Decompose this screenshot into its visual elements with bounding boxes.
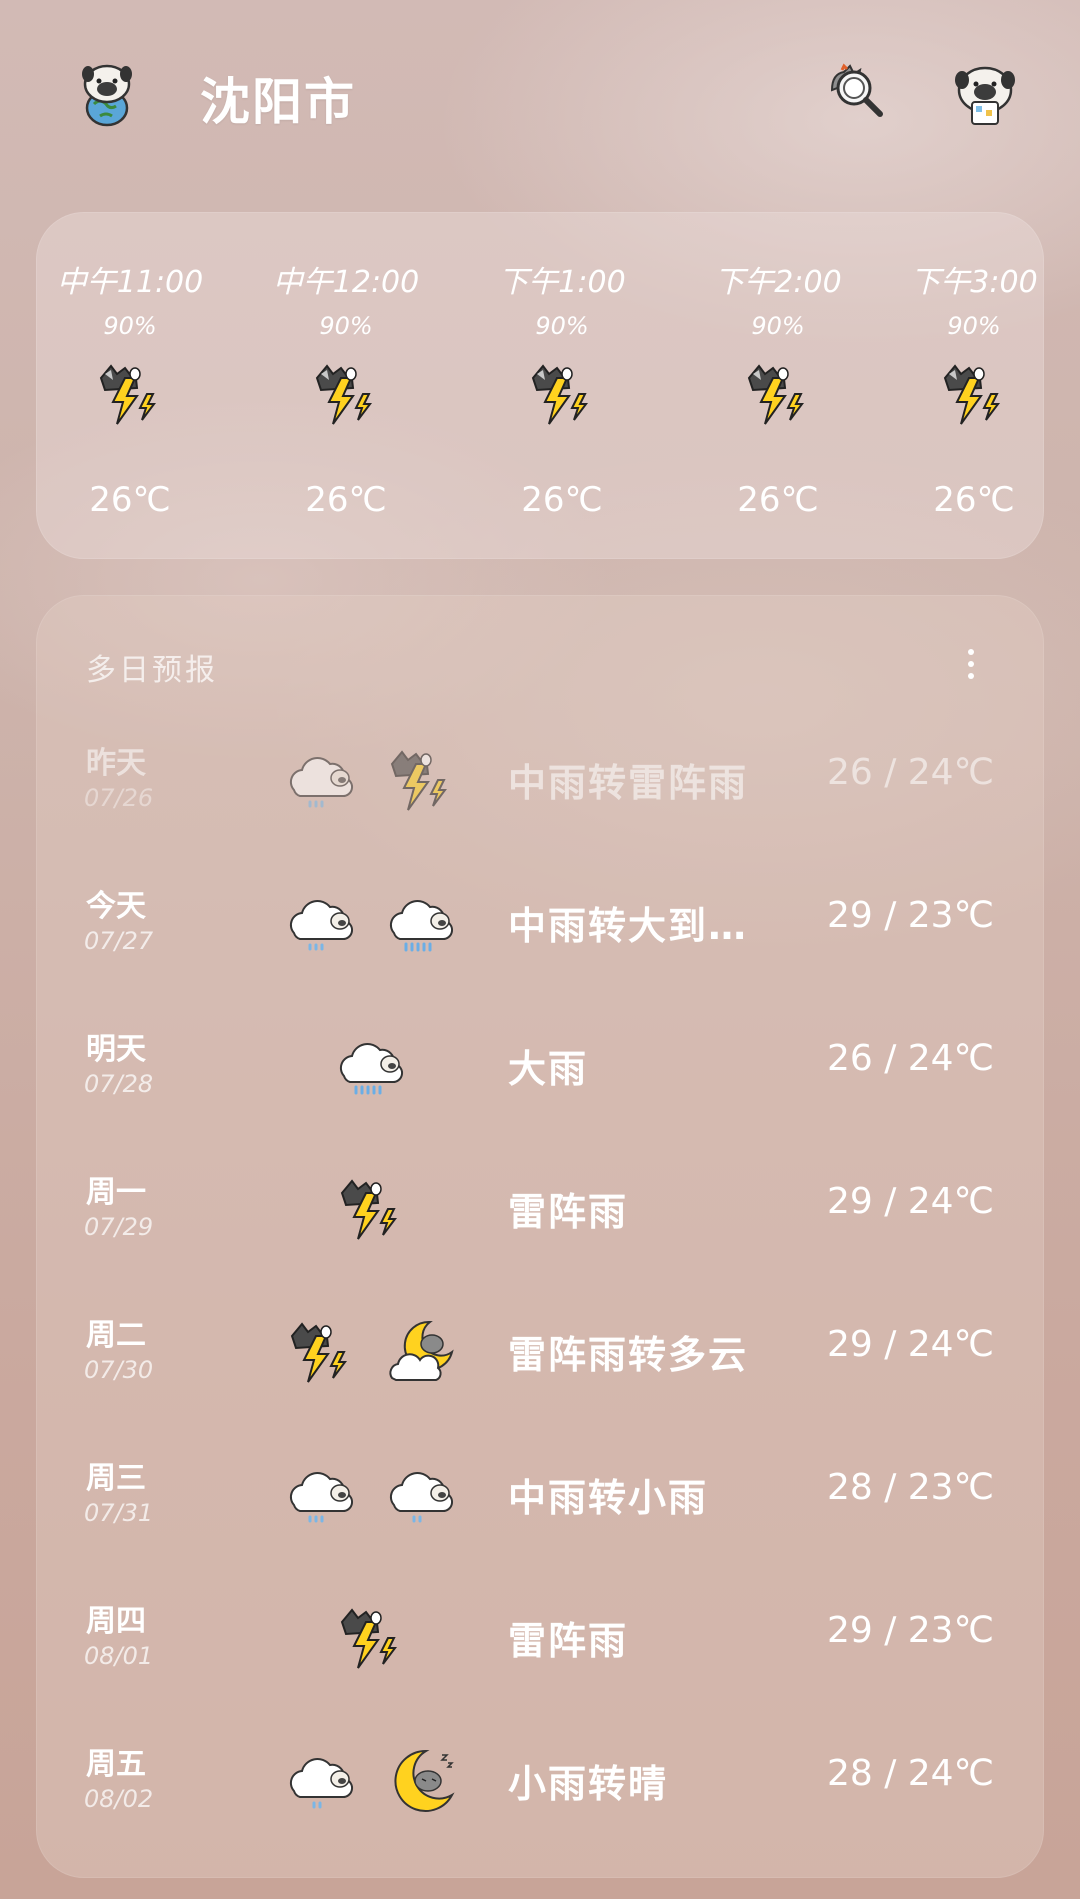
light-rain-icon <box>286 1747 356 1817</box>
day-label: 周三 <box>86 1461 146 1496</box>
day-temperature-range: 29 / 24℃ <box>826 1181 994 1222</box>
day-temperature-range: 29 / 23℃ <box>826 1610 994 1651</box>
hour-temperature: 26℃ <box>521 480 603 520</box>
hour-temperature: 26℃ <box>89 480 171 520</box>
hourly-item: 下午1:00 90% 26℃ <box>472 212 652 559</box>
day-description: 雷阵雨 <box>508 1619 629 1663</box>
day-description: 小雨转晴 <box>508 1762 669 1806</box>
thunderstorm-icon <box>939 360 1009 430</box>
day-temperature-range: 29 / 23℃ <box>826 895 994 936</box>
heavy-rain-icon <box>336 1032 406 1102</box>
hour-temperature: 26℃ <box>305 480 387 520</box>
hour-time: 中午11:00 <box>56 265 204 300</box>
day-date: 07/29 <box>84 1213 154 1241</box>
clear-night-icon <box>386 1747 456 1817</box>
thunderstorm-icon <box>311 360 381 430</box>
precip-probability: 90% <box>319 312 373 340</box>
light-rain-icon <box>386 1461 456 1531</box>
thunderstorm-icon <box>95 360 165 430</box>
day-description: 雷阵雨转多云 <box>508 1333 749 1377</box>
day-date: 08/02 <box>84 1785 154 1813</box>
hourly-item: 下午3:00 90% 26℃ <box>904 212 1044 559</box>
day-description: 大雨 <box>508 1047 589 1091</box>
day-description: 雷阵雨 <box>508 1190 629 1234</box>
daily-row[interactable]: 周五 08/02 小雨转晴 28 / 24℃ <box>36 1739 1044 1882</box>
day-date: 07/30 <box>84 1356 154 1384</box>
day-date: 08/01 <box>84 1642 154 1670</box>
moderate-rain-icon <box>286 889 356 959</box>
hourly-item: 中午12:00 90% 26℃ <box>256 212 436 559</box>
thunderstorm-icon <box>743 360 813 430</box>
day-temperature-range: 28 / 23℃ <box>826 1467 994 1508</box>
daily-forecast-title: 多日预报 <box>86 653 218 688</box>
hour-temperature: 26℃ <box>933 480 1015 520</box>
precip-probability: 90% <box>947 312 1001 340</box>
cloudy-night-icon <box>386 1318 456 1388</box>
day-label: 昨天 <box>86 746 146 781</box>
pug-reading-avatar-icon[interactable] <box>950 60 1020 130</box>
precip-probability: 90% <box>751 312 805 340</box>
hour-time: 中午12:00 <box>272 265 420 300</box>
thunderstorm-icon <box>386 746 456 816</box>
hour-time: 下午3:00 <box>910 265 1038 300</box>
precip-probability: 90% <box>535 312 589 340</box>
hourly-item: 下午2:00 90% 26℃ <box>688 212 868 559</box>
day-label: 今天 <box>86 889 146 924</box>
moderate-rain-icon <box>286 1461 356 1531</box>
daily-row[interactable]: 周三 07/31 中雨转小雨 28 / 23℃ <box>36 1453 1044 1596</box>
hour-time: 下午1:00 <box>498 265 626 300</box>
daily-row[interactable]: 明天 07/28 大雨 26 / 24℃ <box>36 1024 1044 1167</box>
day-temperature-range: 29 / 24℃ <box>826 1324 994 1365</box>
hour-time: 下午2:00 <box>714 265 842 300</box>
day-temperature-range: 26 / 24℃ <box>826 752 994 793</box>
daily-row[interactable]: 周四 08/01 雷阵雨 29 / 23℃ <box>36 1596 1044 1739</box>
thunderstorm-icon <box>286 1318 356 1388</box>
daily-row[interactable]: 周二 07/30 雷阵雨转多云 29 / 24℃ <box>36 1310 1044 1453</box>
app-header: 沈阳市 <box>0 0 1080 200</box>
daily-forecast-card: 多日预报 昨天 07/26 中雨转雷阵雨 26 / 24℃ 今天 07/27 中… <box>36 595 1044 1878</box>
more-options-icon[interactable] <box>956 643 986 683</box>
hour-temperature: 26℃ <box>737 480 819 520</box>
moderate-rain-icon <box>286 746 356 816</box>
daily-row[interactable]: 昨天 07/26 中雨转雷阵雨 26 / 24℃ <box>36 738 1044 881</box>
daily-row[interactable]: 今天 07/27 中雨转大到… 29 / 23℃ <box>36 881 1044 1024</box>
day-label: 周四 <box>86 1604 146 1639</box>
daily-row[interactable]: 周一 07/29 雷阵雨 29 / 24℃ <box>36 1167 1044 1310</box>
day-date: 07/28 <box>84 1070 154 1098</box>
day-description: 中雨转小雨 <box>508 1476 709 1520</box>
hourly-forecast-card[interactable]: 中午11:00 90% 26℃ 中午12:00 90% 26℃ 下午1:00 9… <box>36 212 1044 559</box>
day-label: 周五 <box>86 1747 146 1782</box>
day-temperature-range: 28 / 24℃ <box>826 1753 994 1794</box>
day-description: 中雨转雷阵雨 <box>508 761 749 805</box>
day-description: 中雨转大到… <box>508 904 749 948</box>
day-label: 周二 <box>86 1318 146 1353</box>
day-date: 07/26 <box>84 784 154 812</box>
day-date: 07/27 <box>84 927 154 955</box>
thunderstorm-icon <box>336 1175 406 1245</box>
day-label: 周一 <box>86 1175 146 1210</box>
day-date: 07/31 <box>84 1499 154 1527</box>
search-icon[interactable] <box>824 60 890 126</box>
precip-probability: 90% <box>103 312 157 340</box>
day-label: 明天 <box>86 1032 146 1067</box>
pug-globe-avatar-icon[interactable] <box>72 60 142 130</box>
thunderstorm-icon <box>336 1604 406 1674</box>
thunderstorm-icon <box>527 360 597 430</box>
city-title[interactable]: 沈阳市 <box>200 62 356 134</box>
day-temperature-range: 26 / 24℃ <box>826 1038 994 1079</box>
hourly-item: 中午11:00 90% 26℃ <box>40 212 220 559</box>
heavy-rain-icon <box>386 889 456 959</box>
